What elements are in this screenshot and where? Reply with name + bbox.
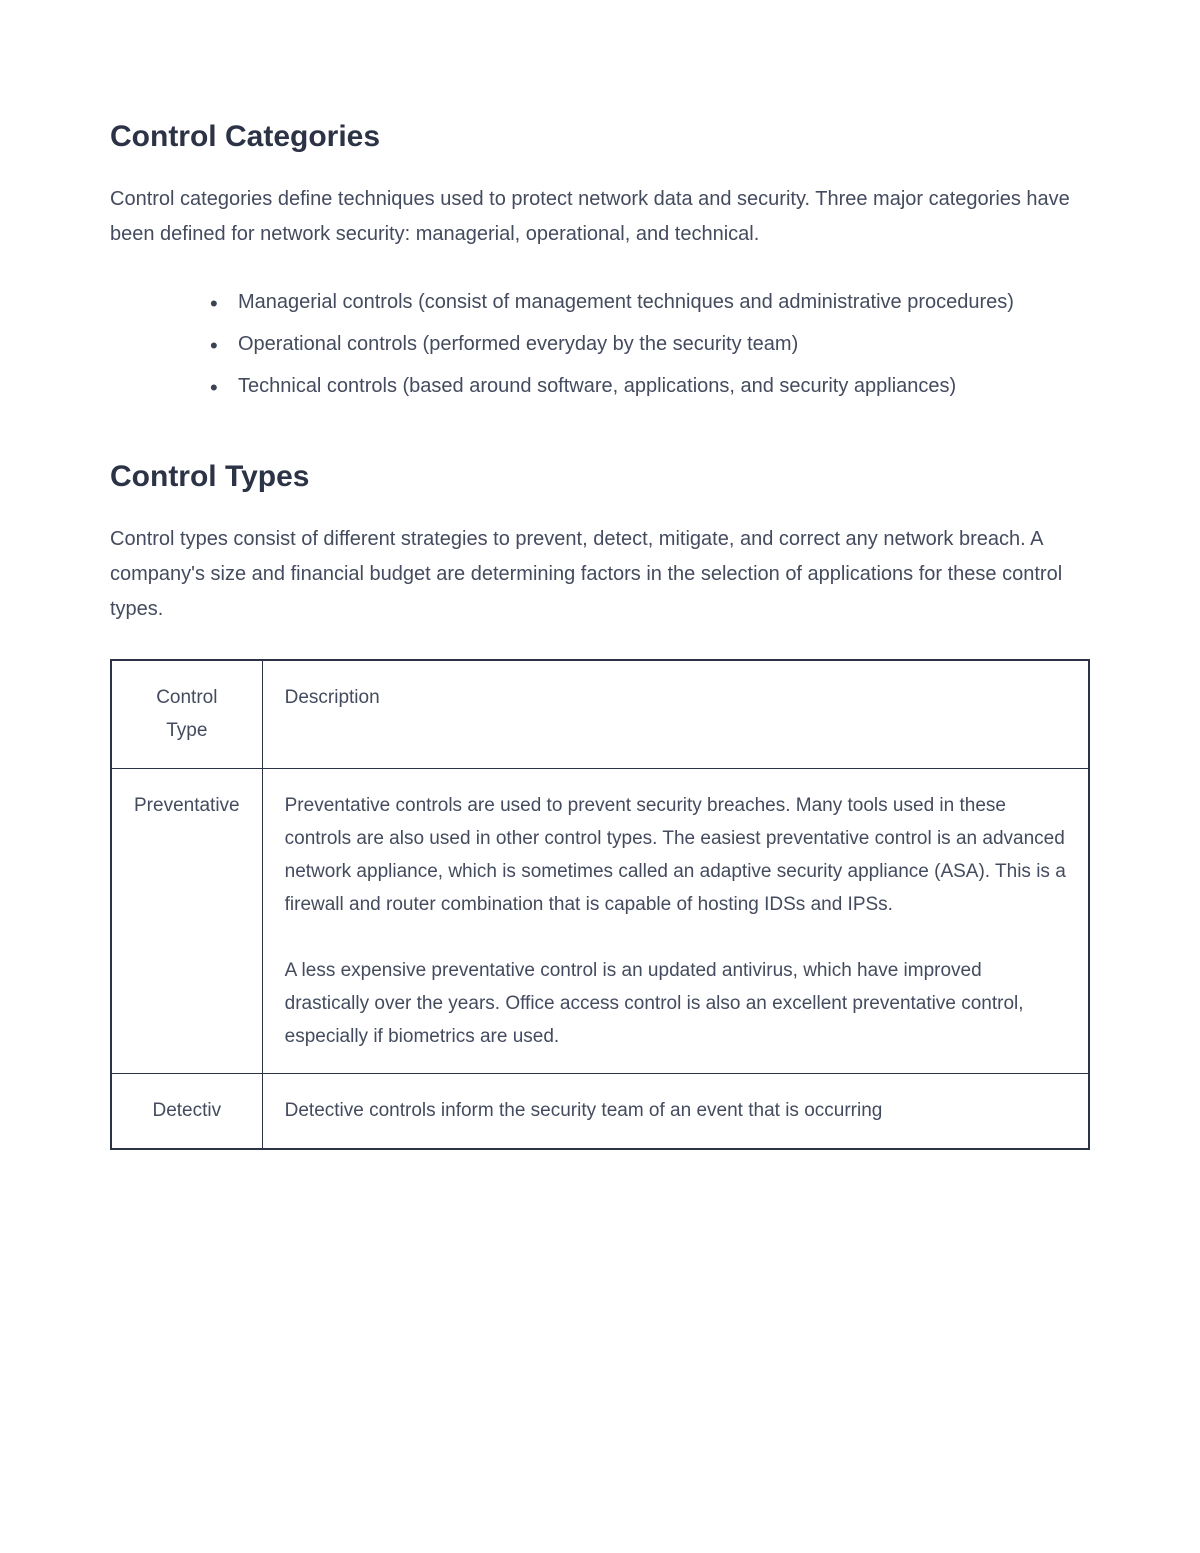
section1-heading: Control Categories [110, 120, 1090, 154]
table-cell-desc: Preventative controls are used to preven… [262, 768, 1089, 1074]
list-item: Operational controls (performed everyday… [210, 326, 1090, 362]
table-row: Preventative Preventative controls are u… [111, 768, 1089, 1074]
table-desc-para: Preventative controls are used to preven… [285, 789, 1066, 922]
table-header-desc: Description [262, 660, 1089, 768]
section1-paragraph: Control categories define techniques use… [110, 182, 1090, 252]
section2-heading: Control Types [110, 460, 1090, 494]
list-item: Managerial controls (consist of manageme… [210, 284, 1090, 320]
table-header-row: Control Type Description [111, 660, 1089, 768]
section2-paragraph: Control types consist of different strat… [110, 522, 1090, 627]
section1-bullet-list: Managerial controls (consist of manageme… [110, 284, 1090, 404]
table-header-type: Control Type [111, 660, 262, 768]
table-desc-para: A less expensive preventative control is… [285, 954, 1066, 1054]
list-item: Technical controls (based around softwar… [210, 368, 1090, 404]
table-cell-desc: Detective controls inform the security t… [262, 1074, 1089, 1149]
table-row: Detectiv Detective controls inform the s… [111, 1074, 1089, 1149]
table-cell-type: Detectiv [111, 1074, 262, 1149]
control-types-table: Control Type Description Preventative Pr… [110, 659, 1090, 1150]
table-desc-para: Detective controls inform the security t… [285, 1094, 1066, 1127]
table-cell-type: Preventative [111, 768, 262, 1074]
